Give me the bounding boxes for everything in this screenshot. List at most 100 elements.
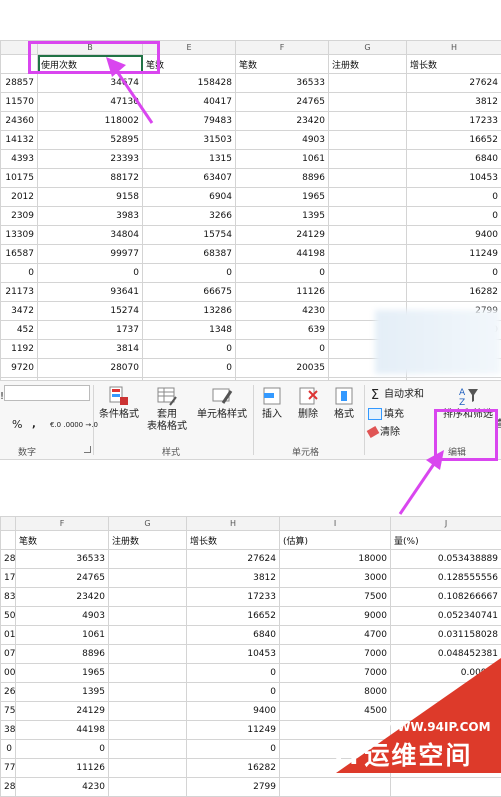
clear-button[interactable]: 清除 [368,423,400,438]
table-cell[interactable]: 775 [1,759,16,778]
table-cell[interactable]: 23393 [38,150,143,169]
table-cell[interactable] [329,283,407,302]
table-cell[interactable]: 20035 [236,359,329,378]
table-cell[interactable] [109,588,187,607]
table-cell[interactable]: 16652 [187,607,280,626]
table-cell[interactable]: 17233 [407,112,501,131]
table-cell[interactable]: 0 [187,740,280,759]
table-cell[interactable]: 1395 [16,683,109,702]
table-cell[interactable]: 24765 [16,569,109,588]
autosum-button[interactable]: Σ自动求和 [368,385,424,400]
table-cell[interactable]: 21173 [1,283,38,302]
table-cell[interactable]: 8896 [16,645,109,664]
table-cell[interactable] [109,607,187,626]
column-letter[interactable]: F [236,41,329,55]
format-button[interactable]: 格式 [328,385,360,421]
table-cell[interactable]: 1348 [143,321,236,340]
table-cell[interactable] [329,264,407,283]
table-cell[interactable] [109,664,187,683]
table-cell[interactable]: 754 [1,702,16,721]
table-cell[interactable] [280,778,391,797]
table-cell[interactable]: 0 [187,683,280,702]
table-cell[interactable] [109,721,187,740]
comma-button[interactable]: , [32,419,36,431]
table-cell[interactable]: 1061 [16,626,109,645]
table-cell[interactable]: 36533 [16,550,109,569]
column-letter[interactable]: H [407,41,501,55]
table-cell[interactable]: 28 [1,550,16,569]
header-cell[interactable]: 注册数 [329,55,407,74]
column-letter[interactable]: I [280,517,391,531]
header-cell[interactable]: 注册数 [109,531,187,550]
table-cell[interactable]: 63407 [143,169,236,188]
table-cell[interactable]: 13286 [143,302,236,321]
table-cell[interactable]: 17 [1,569,16,588]
table-cell[interactable]: 28857 [1,74,38,93]
table-cell[interactable]: 0.128555556 [391,569,501,588]
table-cell[interactable]: 9400 [187,702,280,721]
table-cell[interactable]: 0.108266667 [391,588,501,607]
table-cell[interactable]: 14132 [1,131,38,150]
table-cell[interactable]: 1395 [236,207,329,226]
table-cell[interactable]: 0 [407,207,501,226]
table-cell[interactable]: 0 [1,264,38,283]
table-cell[interactable]: 0 [407,264,501,283]
table-cell[interactable]: 17233 [187,588,280,607]
conditional-format-button[interactable]: 条件格式 [96,385,142,421]
table-cell[interactable]: 16282 [187,759,280,778]
table-cell[interactable] [329,188,407,207]
table-cell[interactable]: 0 [407,188,501,207]
table-cell[interactable]: 3000 [280,569,391,588]
table-cell[interactable]: 10175 [1,169,38,188]
table-cell[interactable]: 68387 [143,245,236,264]
table-cell[interactable] [109,626,187,645]
table-cell[interactable]: 3812 [187,569,280,588]
cell-styles-button[interactable]: 单元格样式 [194,385,250,421]
table-cell[interactable]: 3812 [407,93,501,112]
table-cell[interactable]: 88172 [38,169,143,188]
table-cell[interactable]: 452 [1,321,38,340]
column-letter[interactable] [1,517,16,531]
table-cell[interactable] [109,778,187,797]
table-cell[interactable]: 27624 [407,74,501,93]
table-cell[interactable]: 3814 [38,340,143,359]
column-letter[interactable]: G [109,517,187,531]
table-cell[interactable]: 0.053438889 [391,550,501,569]
table-cell[interactable]: 15754 [143,226,236,245]
header-cell[interactable]: (估算) [280,531,391,550]
table-cell[interactable] [109,759,187,778]
table-cell[interactable]: 1965 [16,664,109,683]
table-cell[interactable]: 286 [1,778,16,797]
column-letter[interactable]: G [329,41,407,55]
table-cell[interactable]: 10453 [187,645,280,664]
table-cell[interactable]: 1192 [1,340,38,359]
table-cell[interactable]: 23420 [236,112,329,131]
table-cell[interactable] [329,226,407,245]
decrease-decimal-button[interactable]: .00 →.0 [72,419,98,431]
table-cell[interactable]: 6840 [407,150,501,169]
table-cell[interactable]: 93641 [38,283,143,302]
table-cell[interactable]: 34804 [38,226,143,245]
table-cell[interactable]: 23420 [16,588,109,607]
table-cell[interactable]: 4700 [280,626,391,645]
table-cell[interactable]: 9720 [1,359,38,378]
table-cell[interactable]: 4903 [236,131,329,150]
table-cell[interactable]: 11126 [16,759,109,778]
header-cell[interactable]: 量(%) [391,531,501,550]
table-cell[interactable]: 0 [236,264,329,283]
table-cell[interactable]: 83 [1,588,16,607]
header-cell[interactable] [1,531,16,550]
delete-button[interactable]: 删除 [292,385,324,421]
table-cell[interactable] [391,778,501,797]
increase-decimal-button[interactable]: €.0 .00 [50,419,75,431]
table-cell[interactable]: 52895 [38,131,143,150]
table-cell[interactable]: 16587 [1,245,38,264]
column-letter[interactable]: F [16,517,109,531]
table-cell[interactable]: 3472 [1,302,38,321]
table-cell[interactable]: 3983 [38,207,143,226]
table-cell[interactable]: 24129 [236,226,329,245]
table-cell[interactable]: 36533 [236,74,329,93]
table-cell[interactable]: 004 [1,664,16,683]
table-cell[interactable]: 4230 [236,302,329,321]
table-cell[interactable]: 4903 [16,607,109,626]
